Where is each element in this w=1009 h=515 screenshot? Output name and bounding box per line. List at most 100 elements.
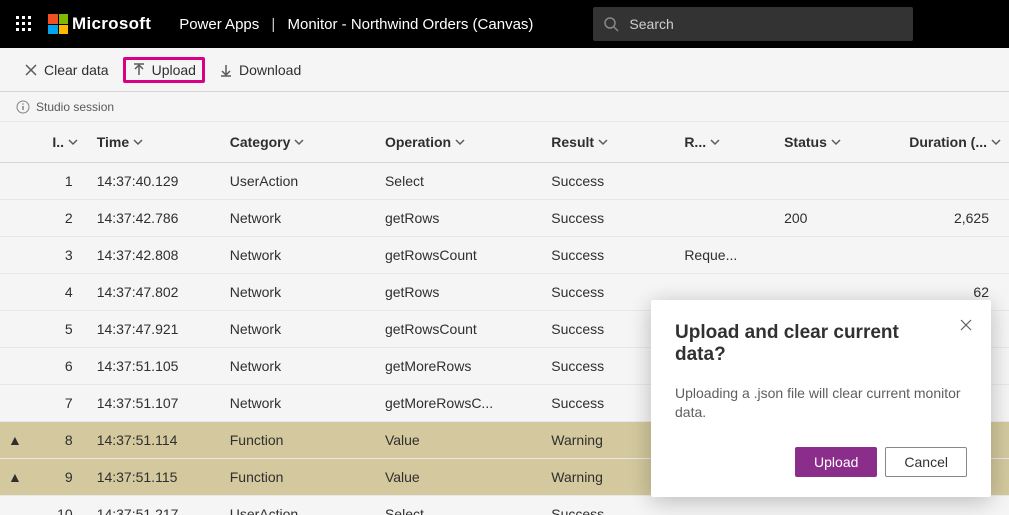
page-name: Monitor - Northwind Orders (Canvas) xyxy=(288,16,534,33)
info-icon xyxy=(16,100,30,114)
close-icon xyxy=(24,63,38,77)
cell: 7 xyxy=(44,385,88,422)
cell: getRows xyxy=(377,200,543,237)
cell: 2,625 xyxy=(887,200,1009,237)
upload-label: Upload xyxy=(152,62,196,78)
cell xyxy=(776,163,887,200)
cell: Success xyxy=(543,163,676,200)
cell xyxy=(676,200,776,237)
table-header-row: I.. Time Category Operation Result R... … xyxy=(0,122,1009,163)
microsoft-logo[interactable]: Microsoft xyxy=(48,14,151,34)
clear-data-label: Clear data xyxy=(44,62,109,78)
chevron-down-icon xyxy=(991,137,1001,147)
chevron-down-icon xyxy=(710,137,720,147)
cell xyxy=(887,496,1009,515)
cell: Select xyxy=(377,496,543,515)
cell: getRowsCount xyxy=(377,237,543,274)
cell: 14:37:51.114 xyxy=(89,422,222,459)
modal-cancel-button[interactable]: Cancel xyxy=(885,447,967,477)
cell xyxy=(776,237,887,274)
cell xyxy=(676,496,776,515)
col-result-info[interactable]: R... xyxy=(676,122,776,163)
microsoft-logo-icon xyxy=(48,14,68,34)
cell xyxy=(676,163,776,200)
cell: 3 xyxy=(44,237,88,274)
cell xyxy=(0,385,44,422)
cell: Network xyxy=(222,274,377,311)
search-box[interactable] xyxy=(593,7,913,41)
cell: Network xyxy=(222,200,377,237)
cell xyxy=(776,496,887,515)
col-operation[interactable]: Operation xyxy=(377,122,543,163)
cell xyxy=(0,274,44,311)
cell: Function xyxy=(222,422,377,459)
search-input[interactable] xyxy=(629,16,903,32)
session-label: Studio session xyxy=(36,100,114,114)
cell: getRowsCount xyxy=(377,311,543,348)
cell: 10 xyxy=(44,496,88,515)
cell: Network xyxy=(222,311,377,348)
cell: getMoreRows xyxy=(377,348,543,385)
cell: 14:37:42.786 xyxy=(89,200,222,237)
upload-button[interactable]: Upload xyxy=(123,57,205,83)
brand-label: Microsoft xyxy=(72,14,151,34)
chevron-down-icon xyxy=(133,137,143,147)
cell: 6 xyxy=(44,348,88,385)
cell xyxy=(0,348,44,385)
session-info: Studio session xyxy=(0,92,1009,122)
cell xyxy=(887,237,1009,274)
modal-body: Uploading a .json file will clear curren… xyxy=(675,384,967,423)
cell xyxy=(0,496,44,515)
cell xyxy=(0,163,44,200)
chevron-down-icon xyxy=(68,137,78,147)
cell: Network xyxy=(222,348,377,385)
app-name[interactable]: Power Apps xyxy=(179,16,259,33)
modal-title: Upload and clear current data? xyxy=(675,322,967,366)
cell: 14:37:51.217 xyxy=(89,496,222,515)
table-row[interactable]: 214:37:42.786NetworkgetRowsSuccess2002,6… xyxy=(0,200,1009,237)
cell: 14:37:47.802 xyxy=(89,274,222,311)
col-status[interactable]: Status xyxy=(776,122,887,163)
cell: getRows xyxy=(377,274,543,311)
table-row[interactable]: 114:37:40.129UserActionSelectSuccess xyxy=(0,163,1009,200)
table-row[interactable]: 1014:37:51.217UserActionSelectSuccess xyxy=(0,496,1009,515)
cell: Value xyxy=(377,422,543,459)
search-icon xyxy=(603,16,619,32)
col-time[interactable]: Time xyxy=(89,122,222,163)
download-label: Download xyxy=(239,62,301,78)
col-warn-icon[interactable] xyxy=(0,122,44,163)
cell: UserAction xyxy=(222,496,377,515)
table-row[interactable]: 314:37:42.808NetworkgetRowsCountSuccessR… xyxy=(0,237,1009,274)
cell: 14:37:40.129 xyxy=(89,163,222,200)
clear-data-button[interactable]: Clear data xyxy=(16,58,117,82)
cell: 5 xyxy=(44,311,88,348)
top-header: Microsoft Power Apps | Monitor - Northwi… xyxy=(0,0,1009,48)
col-category[interactable]: Category xyxy=(222,122,377,163)
cell: 14:37:51.105 xyxy=(89,348,222,385)
upload-modal: Upload and clear current data? Uploading… xyxy=(651,300,991,497)
col-duration[interactable]: Duration (... xyxy=(887,122,1009,163)
cell xyxy=(0,200,44,237)
col-id[interactable]: I.. xyxy=(44,122,88,163)
cell: 14:37:51.115 xyxy=(89,459,222,496)
cell: ▲ xyxy=(0,422,44,459)
cell: Select xyxy=(377,163,543,200)
app-launcher-icon[interactable] xyxy=(8,8,40,40)
title-separator: | xyxy=(271,16,275,33)
modal-actions: Upload Cancel xyxy=(675,447,967,477)
chevron-down-icon xyxy=(598,137,608,147)
cell: Success xyxy=(543,200,676,237)
cell: getMoreRowsC... xyxy=(377,385,543,422)
col-result[interactable]: Result xyxy=(543,122,676,163)
cell: Success xyxy=(543,496,676,515)
modal-close-button[interactable] xyxy=(959,318,973,335)
command-bar: Clear data Upload Download xyxy=(0,48,1009,92)
warning-icon: ▲ xyxy=(8,432,22,448)
cell: 2 xyxy=(44,200,88,237)
download-icon xyxy=(219,63,233,77)
cell: 8 xyxy=(44,422,88,459)
cell: ▲ xyxy=(0,459,44,496)
modal-upload-button[interactable]: Upload xyxy=(795,447,877,477)
cell: 9 xyxy=(44,459,88,496)
download-button[interactable]: Download xyxy=(211,58,309,82)
